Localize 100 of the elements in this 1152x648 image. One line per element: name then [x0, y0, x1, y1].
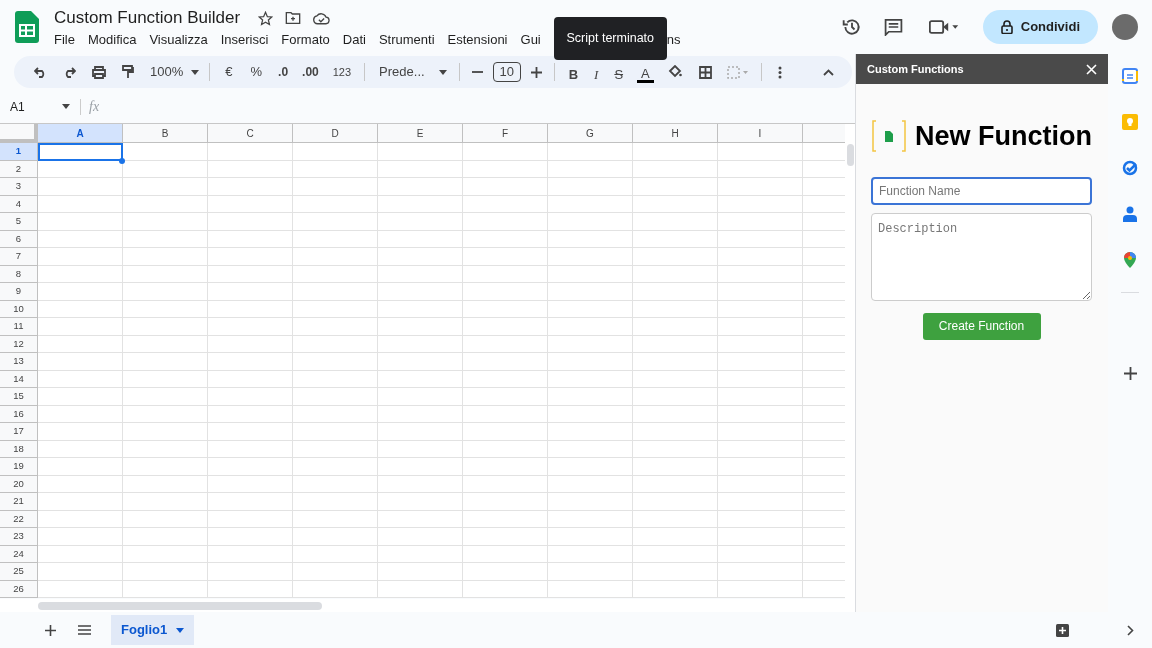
- description-field[interactable]: Description: [871, 212, 1092, 301]
- close-icon[interactable]: [1086, 63, 1097, 75]
- grid-cell[interactable]: [123, 563, 208, 581]
- grid-cell[interactable]: [633, 143, 718, 161]
- row-header[interactable]: 23: [0, 528, 38, 546]
- grid-cell[interactable]: [38, 493, 123, 511]
- grid-cell[interactable]: [718, 318, 803, 336]
- grid-cell[interactable]: [463, 493, 548, 511]
- grid-cell[interactable]: [208, 528, 293, 546]
- grid-cell[interactable]: [463, 353, 548, 371]
- chevron-right-icon[interactable]: [1127, 624, 1134, 636]
- grid-cell[interactable]: [293, 248, 378, 266]
- corner-cell[interactable]: [0, 124, 38, 143]
- grid-cell[interactable]: [463, 213, 548, 231]
- grid-cell[interactable]: [463, 143, 548, 161]
- grid-cell[interactable]: [293, 388, 378, 406]
- lightbulb-note-icon[interactable]: [1122, 114, 1138, 130]
- grid-cell[interactable]: [548, 353, 633, 371]
- grid-cell[interactable]: [38, 283, 123, 301]
- grid-cell[interactable]: [208, 493, 293, 511]
- grid-cell[interactable]: [548, 213, 633, 231]
- add-sheet-icon[interactable]: [45, 624, 56, 636]
- grid-cell[interactable]: [293, 458, 378, 476]
- increase-decimals-button[interactable]: .00: [302, 63, 319, 81]
- number-format-button[interactable]: 123: [332, 63, 352, 81]
- more-vertical-icon[interactable]: [777, 65, 782, 79]
- person-icon[interactable]: [1123, 206, 1137, 222]
- grid-cell[interactable]: [208, 353, 293, 371]
- grid-cell[interactable]: [633, 178, 718, 196]
- merge-cells-icon[interactable]: [726, 65, 749, 79]
- row-header[interactable]: 3: [0, 178, 38, 196]
- font-size-field[interactable]: 10: [492, 62, 521, 82]
- grid-cell[interactable]: [293, 318, 378, 336]
- minus-icon[interactable]: [471, 71, 483, 73]
- grid-cell[interactable]: [378, 318, 463, 336]
- spreadsheet-logo-icon[interactable]: [15, 11, 39, 43]
- plus-icon[interactable]: [1123, 367, 1137, 380]
- borders-icon[interactable]: [698, 65, 712, 79]
- menu-item[interactable]: Strumenti: [378, 30, 435, 50]
- grid-cell[interactable]: [718, 493, 803, 511]
- grid-cell[interactable]: [548, 318, 633, 336]
- grid-cell[interactable]: [293, 528, 378, 546]
- dropdown-caret-icon[interactable]: [191, 69, 200, 75]
- grid-cell[interactable]: [463, 318, 548, 336]
- grid-cell[interactable]: [378, 283, 463, 301]
- grid-cell[interactable]: [208, 143, 293, 161]
- grid-cell[interactable]: [38, 318, 123, 336]
- grid-cell[interactable]: [378, 248, 463, 266]
- vertical-scrollbar[interactable]: [846, 144, 854, 166]
- grid-cell[interactable]: [293, 353, 378, 371]
- grid-cell[interactable]: [293, 423, 378, 441]
- grid-cell[interactable]: [463, 178, 548, 196]
- grid-cell[interactable]: [718, 143, 803, 161]
- grid-cell[interactable]: [463, 563, 548, 581]
- menu-item[interactable]: Visualizza: [149, 30, 208, 50]
- comment-icon[interactable]: [883, 18, 903, 36]
- grid-cell[interactable]: [633, 563, 718, 581]
- menu-item[interactable]: Dati: [342, 30, 366, 50]
- history-icon[interactable]: [841, 17, 862, 37]
- menu-icon[interactable]: [78, 625, 91, 635]
- menu-item[interactable]: Modifica: [87, 30, 137, 50]
- map-pin-icon[interactable]: [1124, 252, 1136, 268]
- row-header[interactable]: 25: [0, 563, 38, 581]
- column-header[interactable]: G: [548, 124, 633, 143]
- grid-cell[interactable]: [208, 458, 293, 476]
- grid-cell[interactable]: [463, 388, 548, 406]
- grid-cell[interactable]: [293, 283, 378, 301]
- grid-cell[interactable]: [463, 423, 548, 441]
- dropdown-caret-icon[interactable]: [176, 627, 185, 633]
- folder-icon[interactable]: [285, 11, 302, 25]
- decrease-decimals-button[interactable]: .0: [278, 63, 289, 81]
- grid-cell[interactable]: [378, 143, 463, 161]
- bold-button[interactable]: B: [568, 65, 579, 85]
- grid-cell[interactable]: [463, 528, 548, 546]
- grid-cell[interactable]: [378, 493, 463, 511]
- grid-cell[interactable]: [38, 563, 123, 581]
- name-box[interactable]: A1: [10, 97, 62, 116]
- horizontal-scrollbar[interactable]: [38, 601, 322, 610]
- calendar-icon[interactable]: [1122, 68, 1138, 84]
- grid-cell[interactable]: [718, 528, 803, 546]
- fill-handle[interactable]: [119, 158, 125, 164]
- row-header[interactable]: 9: [0, 283, 38, 301]
- column-header[interactable]: E: [378, 124, 463, 143]
- grid-cell[interactable]: [208, 388, 293, 406]
- grid-cell[interactable]: [463, 248, 548, 266]
- plus-icon[interactable]: [530, 66, 542, 78]
- grid-cell[interactable]: [633, 248, 718, 266]
- grid-cell[interactable]: [38, 423, 123, 441]
- row-header[interactable]: 15: [0, 388, 38, 406]
- grid-cell[interactable]: [548, 563, 633, 581]
- document-title[interactable]: Custom Function Builder: [54, 7, 241, 29]
- grid-cell[interactable]: [548, 388, 633, 406]
- paint-roller-icon[interactable]: [122, 65, 134, 79]
- cloud-icon[interactable]: [313, 11, 331, 25]
- grid-cell[interactable]: [123, 178, 208, 196]
- menu-item[interactable]: File: [54, 30, 75, 50]
- row-header[interactable]: 13: [0, 353, 38, 371]
- share-button[interactable]: Condividi: [982, 10, 1098, 44]
- column-header[interactable]: I: [718, 124, 803, 143]
- column-header[interactable]: A: [38, 124, 123, 143]
